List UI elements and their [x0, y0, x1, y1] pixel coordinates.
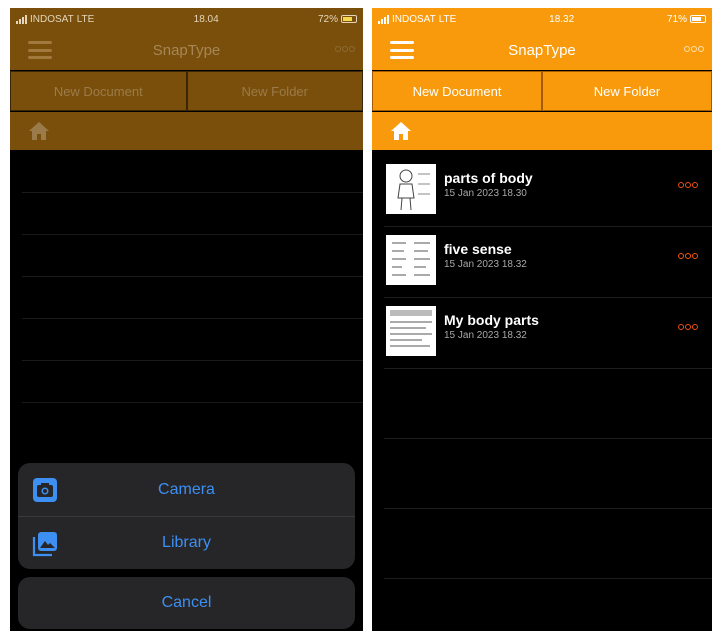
network-label: LTE [76, 13, 95, 25]
app-header: SnapType [10, 30, 363, 70]
action-sheet: Camera Library [18, 463, 355, 569]
document-title: five sense [444, 241, 512, 257]
library-label: Library [162, 534, 211, 551]
signal-icon [16, 14, 27, 24]
home-icon[interactable] [390, 121, 412, 141]
library-option[interactable]: Library [18, 516, 355, 569]
more-icon[interactable] [335, 46, 355, 52]
cancel-button[interactable]: Cancel [18, 577, 355, 629]
clock-label: 18.32 [549, 13, 575, 25]
breadcrumb [10, 112, 363, 150]
document-row[interactable]: My body parts 15 Jan 2023 18.32 [372, 298, 712, 368]
breadcrumb [372, 112, 712, 150]
signal-icon [378, 14, 389, 24]
photo-library-icon [32, 532, 57, 557]
left-phone-screen: INDOSAT LTE 18.04 72% SnapType New Docum… [10, 8, 363, 631]
document-title: My body parts [444, 312, 539, 328]
app-title: SnapType [508, 41, 576, 59]
app-header: SnapType [372, 30, 712, 70]
new-folder-button[interactable]: New Folder [542, 71, 712, 111]
network-label: LTE [438, 13, 457, 25]
camera-icon [33, 478, 57, 502]
more-icon[interactable] [678, 324, 698, 330]
more-icon[interactable] [678, 182, 698, 188]
battery-percent: 71% [666, 13, 687, 25]
clock-label: 18.04 [193, 13, 219, 25]
status-bar: INDOSAT LTE 18.04 72% [10, 8, 363, 30]
camera-option[interactable]: Camera [18, 463, 355, 516]
menu-icon[interactable] [390, 41, 414, 59]
toolbar: New Document New Folder [10, 71, 363, 111]
document-thumbnail [386, 306, 436, 356]
camera-label: Camera [158, 480, 215, 498]
more-icon[interactable] [684, 46, 704, 52]
home-icon[interactable] [28, 121, 50, 141]
battery-percent: 72% [317, 13, 338, 25]
toolbar: New Document New Folder [372, 71, 712, 111]
new-document-button[interactable]: New Document [10, 71, 187, 111]
document-date: 15 Jan 2023 18.32 [444, 259, 527, 270]
status-bar: INDOSAT LTE 18.32 71% [372, 8, 712, 30]
battery-icon [341, 15, 357, 23]
document-thumbnail [386, 164, 436, 214]
document-thumbnail [386, 235, 436, 285]
new-folder-button[interactable]: New Folder [186, 71, 363, 111]
new-document-button[interactable]: New Document [372, 71, 542, 111]
more-icon[interactable] [678, 253, 698, 259]
document-title: parts of body [444, 170, 533, 186]
carrier-label: INDOSAT [392, 13, 436, 25]
document-date: 15 Jan 2023 18.32 [444, 330, 527, 341]
document-row[interactable]: parts of body 15 Jan 2023 18.30 [372, 156, 712, 226]
menu-icon[interactable] [28, 41, 52, 59]
battery-icon [690, 15, 706, 23]
carrier-label: INDOSAT [30, 13, 74, 25]
app-title: SnapType [152, 41, 221, 59]
document-row[interactable]: five sense 15 Jan 2023 18.32 [372, 227, 712, 297]
right-phone-screen: INDOSAT LTE 18.32 71% SnapType New Docum… [372, 8, 712, 631]
document-date: 15 Jan 2023 18.30 [444, 188, 527, 199]
